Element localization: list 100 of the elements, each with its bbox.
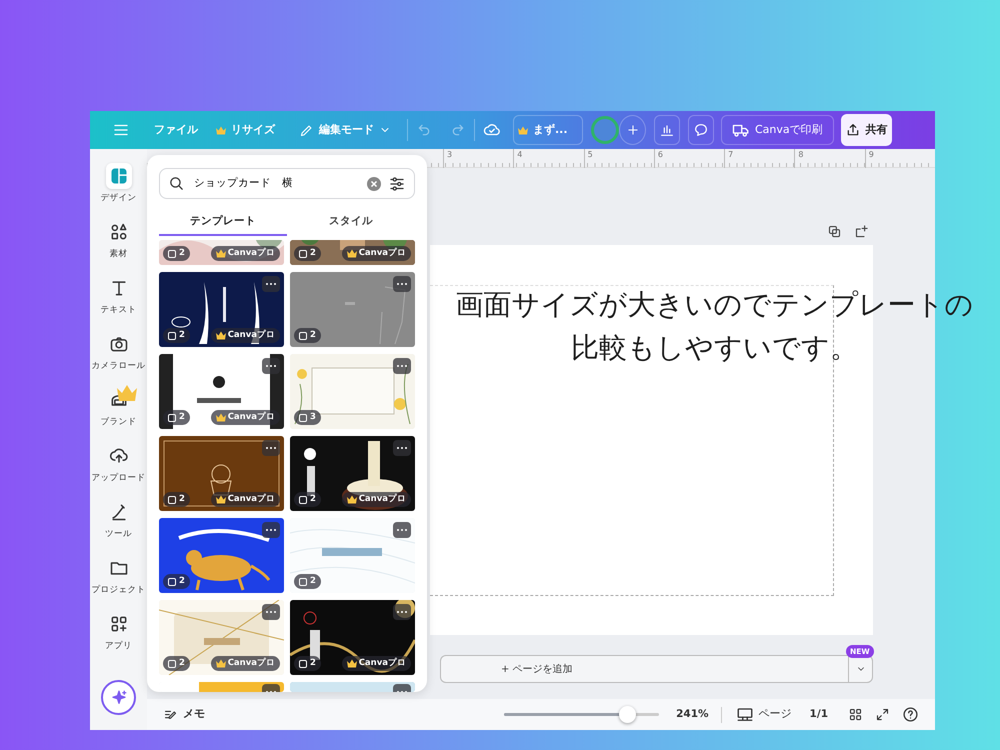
pro-badge: Canvaプロ (210, 328, 280, 343)
sparkle-icon (110, 688, 128, 706)
sidebar-item[interactable]: カメラロール (90, 331, 147, 387)
add-page-icon-button[interactable] (854, 224, 869, 240)
more-button[interactable] (393, 604, 411, 620)
sidebar-item[interactable]: ツール (90, 499, 147, 555)
ruler-number: 3 (443, 149, 514, 168)
more-button[interactable] (262, 604, 280, 620)
layout-icon (108, 166, 128, 186)
page-count-badge: 3 (294, 410, 321, 425)
slider-thumb[interactable] (618, 706, 636, 723)
plus-icon (626, 123, 640, 137)
crown-icon (216, 413, 226, 422)
ruler-number: 4 (513, 149, 584, 168)
clear-icon[interactable] (367, 176, 381, 190)
page-count-badge: 2 (163, 410, 190, 425)
more-button[interactable] (262, 440, 280, 456)
page-count-badge: 2 (163, 246, 190, 261)
pages-icon (168, 578, 176, 586)
pages-icon (299, 660, 307, 668)
expand-icon (875, 707, 890, 722)
pages-icon (299, 578, 307, 586)
page-count-badge: 2 (294, 574, 321, 589)
page-layout-icon (736, 706, 754, 724)
crown-icon (346, 495, 357, 504)
search-field[interactable]: ショップカード 横 (159, 168, 415, 199)
page-count-badge: 2 (294, 656, 321, 671)
ruler-number: 8 (794, 149, 865, 168)
pages-button[interactable]: ページ (730, 702, 798, 728)
magic-button[interactable] (101, 680, 136, 715)
notes-button[interactable]: メモ (157, 702, 211, 727)
pro-badge: Canvaプロ (210, 410, 280, 425)
page-count-badge: 2 (163, 656, 190, 671)
page-count-badge: 2 (294, 246, 321, 261)
apps-icon (108, 614, 128, 634)
pages-icon (299, 332, 307, 340)
more-button[interactable] (393, 440, 411, 456)
search-icon (168, 175, 185, 192)
pages-icon (168, 496, 176, 504)
page-count-badge: 2 (163, 328, 190, 343)
zoom-slider[interactable] (504, 706, 660, 723)
share-button[interactable]: 共有 (840, 114, 892, 146)
search-input[interactable]: ショップカード 横 (192, 174, 360, 192)
panel-tab[interactable]: テンプレート (159, 209, 287, 236)
pro-badge: Canvaプロ (210, 656, 280, 671)
undo-icon (416, 122, 432, 138)
pencil-icon (299, 122, 314, 138)
help-icon (902, 706, 919, 723)
pro-badge: Canvaプロ (210, 246, 280, 261)
comment-button[interactable] (688, 115, 714, 145)
more-button[interactable] (393, 276, 411, 292)
sidebar-item[interactable]: テキスト (90, 275, 147, 331)
add-collaborator-button[interactable] (619, 115, 646, 145)
filter-icon (388, 174, 406, 192)
page-options-button[interactable] (848, 655, 873, 683)
pro-badge: Canvaプロ (342, 656, 411, 671)
pages-icon (168, 332, 176, 340)
pages-icon (299, 414, 307, 422)
sidebar-item[interactable]: アプリ (90, 611, 147, 667)
pages-icon (168, 414, 176, 422)
page-counter: 1/1 (810, 706, 828, 722)
more-button[interactable] (262, 276, 280, 292)
sidebar-item[interactable]: アップロード (90, 443, 147, 499)
sidebar-item[interactable]: ブランド (90, 387, 147, 443)
crown-icon (117, 383, 137, 403)
crown-icon (346, 249, 357, 258)
sidebar-item[interactable]: プロジェクト (90, 555, 147, 611)
more-button[interactable] (262, 522, 280, 538)
more-button[interactable] (393, 358, 411, 374)
page-count-badge: 2 (294, 328, 321, 343)
pages-icon (299, 496, 307, 504)
zoom-level: 241% (676, 706, 709, 722)
pro-badge: Canvaプロ (210, 492, 280, 507)
page-count-badge: 2 (163, 492, 190, 507)
crown-icon (216, 331, 226, 340)
crown-icon (216, 249, 226, 258)
share-icon (844, 122, 861, 138)
crown-icon (346, 659, 357, 668)
sidebar-item[interactable]: デザイン (90, 163, 147, 219)
insights-button[interactable] (654, 115, 680, 145)
print-button[interactable]: Canvaで印刷 (721, 115, 834, 145)
crown-icon (216, 126, 226, 134)
pro-badge: Canvaプロ (342, 246, 411, 261)
pro-badge: Canvaプロ (342, 492, 411, 507)
panel-tab[interactable]: スタイル (287, 209, 415, 236)
ruler-number: 9 (864, 149, 935, 168)
duplicate-page-button[interactable] (827, 224, 842, 240)
caption-text: 比較もしやすいです。 (571, 330, 858, 366)
more-button[interactable] (262, 358, 280, 374)
add-page-button[interactable]: + ページを追加 (440, 655, 848, 683)
duplicate-icon (827, 224, 842, 240)
sidebar-item[interactable]: 素材 (90, 219, 147, 275)
upgrade-button[interactable]: まず... (513, 115, 583, 145)
shapes-icon (108, 222, 128, 242)
pages-icon (168, 660, 176, 668)
pages-icon (299, 250, 307, 258)
speech-bubble-icon (693, 122, 709, 138)
crown-icon (216, 659, 226, 668)
ruler-number: 5 (584, 149, 654, 168)
crown-icon (216, 495, 226, 504)
